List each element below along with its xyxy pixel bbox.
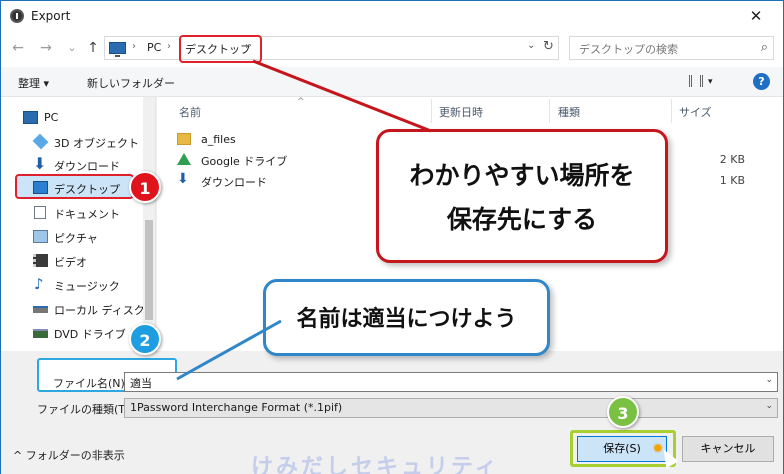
google-drive-icon	[177, 153, 191, 165]
file-size: 1 KB	[719, 174, 745, 187]
sidebar-scrollbar-thumb[interactable]	[145, 220, 153, 320]
breadcrumb-desktop[interactable]: デスクトップ	[185, 41, 251, 57]
sidebar-item-label: PC	[44, 111, 59, 124]
view-dropdown-icon[interactable]: ▾	[708, 77, 713, 87]
sidebar-item-videos[interactable]: ビデオ	[23, 250, 153, 272]
video-icon	[33, 254, 48, 267]
navigation-bar: ← → ⌄ ↑ › PC › デスクトップ › ⌄ ↻ デスクトップの検索 ⌕	[1, 31, 783, 67]
filename-label: ファイル名(N):	[53, 377, 129, 390]
pc-icon	[23, 111, 38, 124]
sidebar-item-documents[interactable]: ドキュメント	[23, 202, 153, 224]
filename-input[interactable]: 適当 ⌄	[124, 372, 778, 392]
hide-folders-toggle[interactable]: ^ フォルダーの非表示	[13, 447, 125, 463]
refresh-icon[interactable]: ↻	[543, 39, 554, 54]
callout-location-line1: わかりやすい場所を	[409, 161, 635, 190]
filetype-select[interactable]: 1Password Interchange Format (*.1pif) ⌄	[124, 398, 778, 418]
search-placeholder: デスクトップの検索	[579, 43, 678, 56]
callout-name-text: 名前は適当につけよう	[296, 307, 517, 332]
sidebar-item-label: ローカル ディスク (C	[54, 304, 156, 317]
step-badge-2: 2	[129, 323, 161, 355]
sidebar-item-label: ドキュメント	[54, 208, 120, 221]
forward-arrow-icon[interactable]: →	[37, 39, 55, 57]
title-bar: Export ✕	[1, 1, 783, 31]
up-arrow-icon[interactable]: ↑	[84, 39, 102, 57]
watermark: けみだしセキュリティ	[251, 455, 500, 474]
back-arrow-icon[interactable]: ←	[9, 39, 27, 57]
breadcrumb-pc[interactable]: PC	[147, 41, 161, 54]
sidebar-item-3d-objects[interactable]: 3D オブジェクト	[23, 131, 153, 153]
export-dialog: Export ✕ ← → ⌄ ↑ › PC › デスクトップ › ⌄ ↻ デスク…	[0, 0, 784, 474]
pc-icon	[109, 42, 126, 57]
cube-icon	[32, 133, 49, 150]
sidebar-item-label: ダウンロード	[54, 160, 120, 173]
cancel-button[interactable]: キャンセル	[682, 436, 774, 462]
navigation-pane: PC 3D オブジェクト ⬇ ダウンロード デスクトップ ドキュメント ピクチャ…	[1, 97, 156, 351]
download-icon: ⬇	[33, 154, 47, 173]
file-name: Google ドライブ	[201, 155, 288, 168]
search-icon[interactable]: ⌕	[761, 40, 768, 55]
search-box[interactable]: デスクトップの検索 ⌕	[569, 36, 774, 60]
dvd-icon	[33, 329, 48, 338]
filetype-dropdown-icon[interactable]: ⌄	[765, 401, 773, 411]
column-divider[interactable]	[549, 99, 550, 123]
callout-save-location: わかりやすい場所を 保存先にする	[376, 129, 668, 263]
column-divider[interactable]	[431, 99, 432, 123]
filetype-value: 1Password Interchange Format (*.1pif)	[130, 401, 343, 414]
breadcrumb-separator: ›	[132, 41, 136, 52]
sidebar-item-label: 3D オブジェクト	[54, 137, 139, 150]
address-history-icon[interactable]: ⌄	[527, 40, 535, 51]
file-name: a_files	[201, 133, 236, 146]
breadcrumb-separator: ›	[245, 41, 249, 52]
sidebar-item-downloads[interactable]: ⬇ ダウンロード	[23, 154, 153, 176]
column-header-size[interactable]: サイズ	[679, 104, 712, 120]
sidebar-item-pc[interactable]: PC	[23, 107, 153, 129]
file-name: ダウンロード	[201, 176, 267, 189]
sidebar-scrollbar[interactable]	[143, 97, 155, 351]
help-icon[interactable]: ?	[753, 73, 770, 90]
disk-icon	[33, 306, 48, 313]
toolbar: 整理 ▾ 新しいフォルダー ▾ ?	[1, 67, 783, 97]
organize-menu[interactable]: 整理 ▾	[18, 75, 49, 91]
music-icon: ♪	[34, 275, 44, 293]
sidebar-item-label: ビデオ	[54, 256, 87, 269]
window-title: Export	[31, 9, 71, 23]
recent-locations-icon[interactable]: ⌄	[63, 39, 81, 57]
sidebar-item-label: デスクトップ	[54, 183, 120, 196]
picture-icon	[33, 230, 48, 243]
sidebar-item-label: ミュージック	[54, 280, 120, 293]
close-button[interactable]: ✕	[733, 1, 779, 31]
step-badge-3: 3	[607, 396, 639, 428]
filename-value: 適当	[130, 377, 152, 390]
callout-location-line2: 保存先にする	[446, 205, 598, 234]
new-folder-button[interactable]: 新しいフォルダー	[87, 75, 175, 91]
onepassword-icon	[10, 9, 24, 23]
folder-icon	[177, 133, 191, 145]
breadcrumb-separator: ›	[167, 41, 171, 52]
filetype-label: ファイルの種類(T):	[37, 403, 134, 416]
file-size: 2 KB	[719, 153, 745, 166]
column-header-name[interactable]: 名前	[179, 104, 201, 120]
column-header-type[interactable]: 種類	[558, 104, 580, 120]
sort-ascending-icon: ^	[297, 97, 305, 107]
callout-file-name: 名前は適当につけよう	[263, 279, 550, 356]
desktop-icon	[33, 181, 48, 194]
column-divider[interactable]	[671, 99, 672, 123]
column-header-modified[interactable]: 更新日時	[439, 104, 483, 120]
document-icon	[34, 206, 46, 219]
address-bar[interactable]: › PC › デスクトップ › ⌄ ↻	[104, 35, 559, 63]
sidebar-item-music[interactable]: ♪ ミュージック	[23, 274, 153, 296]
sidebar-item-label: ピクチャ	[54, 232, 98, 245]
sidebar-item-pictures[interactable]: ピクチャ	[23, 226, 153, 248]
view-options-icon[interactable]	[689, 75, 703, 87]
sidebar-item-local-disk[interactable]: ローカル ディスク (C	[23, 298, 156, 320]
filename-dropdown-icon[interactable]: ⌄	[765, 375, 773, 385]
step-badge-1: 1	[129, 171, 161, 203]
download-icon: ⬇	[177, 171, 189, 187]
